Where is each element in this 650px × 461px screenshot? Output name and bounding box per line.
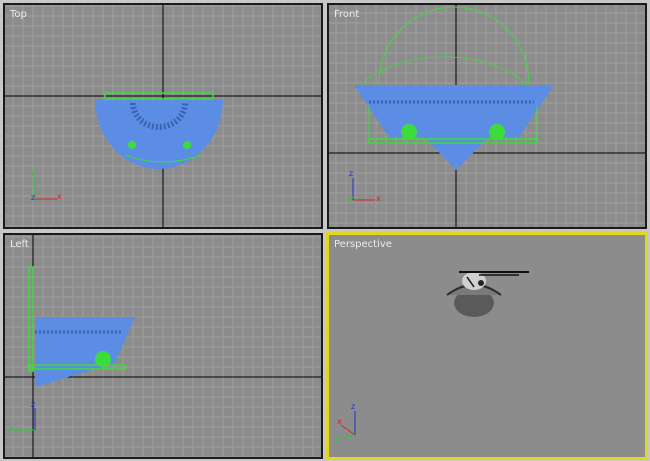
helper-point	[489, 124, 505, 140]
left-viewport-canvas	[5, 235, 321, 457]
axis-label-y: y	[9, 424, 14, 433]
viewport-label-perspective[interactable]: Perspective	[334, 239, 392, 250]
helper-point	[401, 124, 417, 140]
viewport-label-top[interactable]: Top	[10, 9, 27, 20]
axis-label-z: z	[31, 193, 36, 202]
lamp-mesh-top	[95, 92, 223, 169]
axis-label-z: z	[349, 169, 354, 178]
axis-label-x: x	[376, 194, 381, 203]
lamp-mesh-front	[354, 6, 554, 170]
top-viewport-canvas	[5, 5, 321, 227]
axis-label-x: x	[57, 192, 62, 201]
axis-label-z: z	[351, 402, 356, 411]
axis-label-y: y	[335, 434, 340, 443]
viewport-perspective[interactable]: Perspective x z y	[326, 232, 648, 460]
perspective-viewport-canvas	[340, 271, 529, 439]
viewport-left[interactable]: Left y z	[3, 233, 323, 459]
axis-label-y: y	[31, 168, 36, 177]
helper-point	[128, 141, 136, 149]
lamp-mesh-left	[28, 266, 135, 387]
viewport-label-front[interactable]: Front	[334, 9, 359, 20]
viewport-top[interactable]: Top x y z	[3, 3, 323, 229]
viewport-front[interactable]: Front x z y	[327, 3, 647, 229]
axis-label-x: x	[337, 417, 342, 426]
axis-tripod	[340, 411, 356, 439]
viewport-label-left[interactable]: Left	[10, 239, 29, 250]
axis-label-z: z	[31, 400, 36, 409]
helper-point	[95, 351, 111, 367]
helper-point	[183, 141, 191, 149]
axis-label-y: y	[349, 194, 354, 203]
lamp-render-perspective	[446, 271, 529, 317]
